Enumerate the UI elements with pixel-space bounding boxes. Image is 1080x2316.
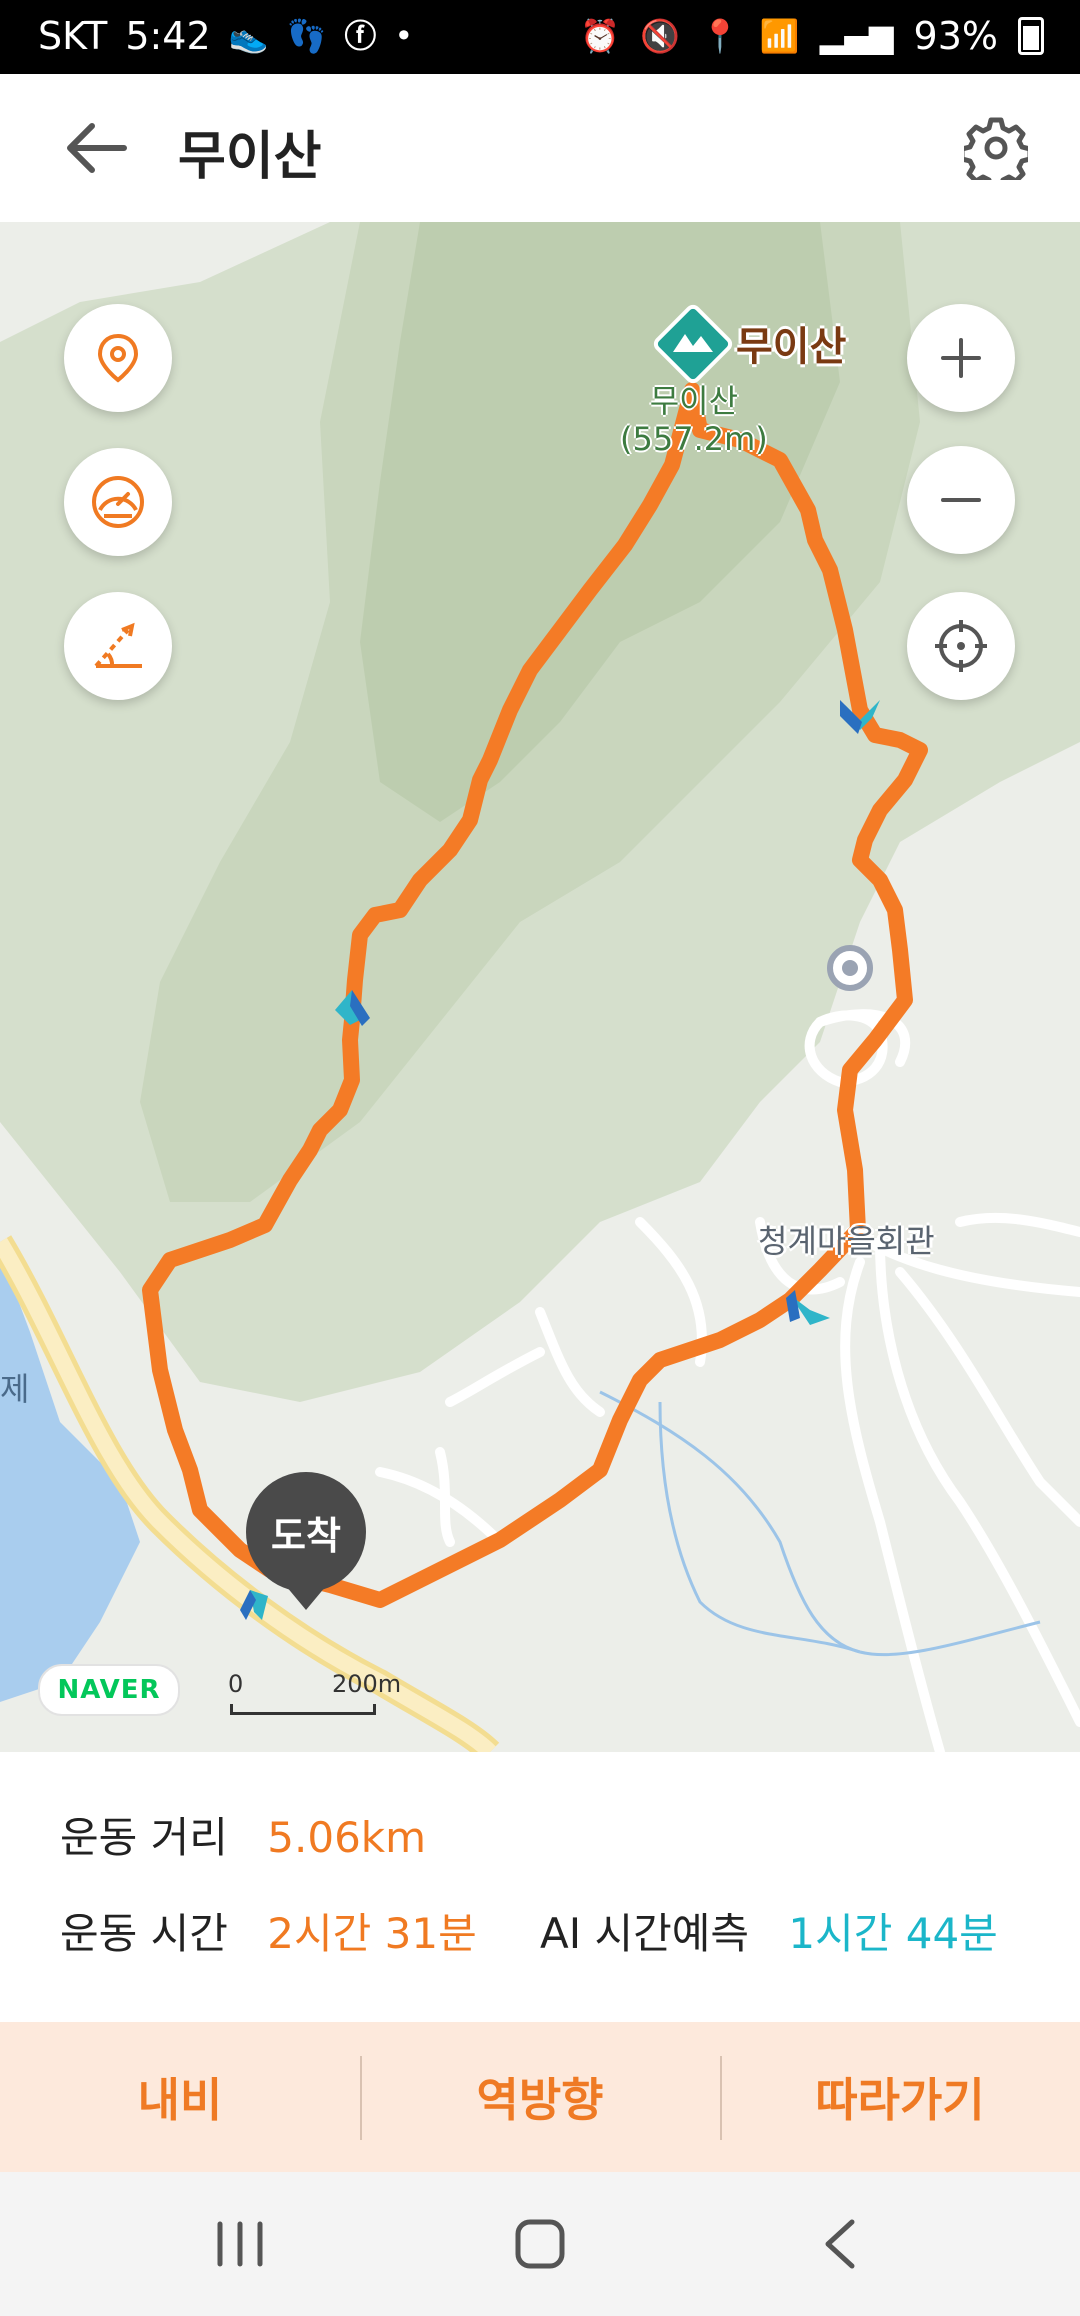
speed-button[interactable] bbox=[64, 448, 172, 556]
gear-icon[interactable] bbox=[959, 116, 1033, 191]
time-row: 운동 시간 2시간 31분 bbox=[60, 1900, 477, 1961]
alarm-icon: ⏰ bbox=[580, 17, 621, 55]
zoom-out-icon bbox=[941, 498, 981, 502]
map-edge-label: 제 bbox=[0, 1370, 30, 1408]
app-bar: 무이산 bbox=[0, 74, 1080, 222]
shoe-icon: 👟 bbox=[228, 17, 269, 55]
slope-icon bbox=[94, 622, 142, 668]
slope-button[interactable] bbox=[64, 592, 172, 700]
arrival-marker-tail bbox=[276, 1574, 336, 1610]
zoom-out-button[interactable] bbox=[907, 446, 1015, 554]
distance-value: 5.06km bbox=[267, 1813, 427, 1862]
zoom-in-icon bbox=[941, 338, 981, 378]
dot-icon: • bbox=[394, 17, 414, 55]
battery-percent: 93% bbox=[913, 14, 998, 58]
reverse-direction-button[interactable]: 역방향 bbox=[360, 2022, 720, 2172]
location-pin-icon bbox=[97, 333, 139, 383]
time-value: 2시간 31분 bbox=[267, 1909, 477, 1958]
battery-icon bbox=[1018, 17, 1044, 55]
follow-route-button[interactable]: 따라가기 bbox=[720, 2022, 1080, 2172]
map-base bbox=[0, 222, 1080, 1752]
home-icon[interactable] bbox=[500, 2212, 580, 2276]
facebook-icon: ⓕ bbox=[344, 17, 377, 55]
peak-name-sub: 무이산 bbox=[649, 382, 739, 420]
crosshair-icon bbox=[935, 620, 987, 672]
location-pin-button[interactable] bbox=[64, 304, 172, 412]
my-location-button[interactable] bbox=[907, 592, 1015, 700]
system-nav-bar bbox=[0, 2172, 1080, 2316]
back-arrow-icon[interactable] bbox=[62, 118, 132, 178]
carrier-label: SKT bbox=[38, 14, 108, 58]
recent-apps-icon[interactable] bbox=[200, 2212, 280, 2276]
distance-row: 운동 거리 5.06km bbox=[60, 1804, 426, 1865]
scale-distance: 200m bbox=[332, 1670, 402, 1698]
navi-button[interactable]: 내비 bbox=[0, 2022, 360, 2172]
status-bar: SKT 5:42 👟 👣 ⓕ • ⏰ 🔇 📍 📶 ▂▄▆ 93% bbox=[0, 0, 1080, 74]
ai-estimate-label: AI 시간예측 bbox=[540, 1909, 750, 1958]
ai-estimate-row: AI 시간예측 1시간 44분 bbox=[540, 1900, 998, 1961]
location-icon: 📍 bbox=[700, 17, 740, 55]
back-icon[interactable] bbox=[800, 2212, 880, 2276]
peak-elevation: (557.2m) bbox=[620, 420, 768, 458]
village-label[interactable]: 청계마을회관 bbox=[758, 1216, 935, 1262]
route-stats-panel: 운동 거리 5.06km 운동 시간 2시간 31분 AI 시간예측 1시간 4… bbox=[0, 1752, 1080, 2022]
distance-label: 운동 거리 bbox=[60, 1813, 228, 1862]
peak-elevation-label: 무이산 (557.2m) bbox=[620, 382, 768, 458]
footprints-icon: 👣 bbox=[286, 17, 327, 55]
divider bbox=[360, 2056, 362, 2140]
mute-icon: 🔇 bbox=[640, 17, 681, 55]
clock: 5:42 bbox=[125, 14, 211, 58]
divider bbox=[720, 2056, 722, 2140]
map-view[interactable]: 무이산 무이산 (557.2m) 청계마을회관 제 도착 NAVER 0 200… bbox=[0, 222, 1080, 1752]
speedometer-icon bbox=[92, 476, 144, 528]
time-label: 운동 시간 bbox=[60, 1909, 228, 1958]
signal-icon: ▂▄▆ bbox=[819, 17, 894, 55]
map-scale: 0 200m bbox=[228, 1670, 401, 1715]
naver-logo: NAVER bbox=[38, 1664, 180, 1716]
peak-name-label[interactable]: 무이산 bbox=[736, 314, 846, 372]
scale-zero: 0 bbox=[228, 1670, 244, 1698]
page-title: 무이산 bbox=[178, 127, 322, 187]
action-bar: 내비 역방향 따라가기 bbox=[0, 2022, 1080, 2172]
zoom-in-button[interactable] bbox=[907, 304, 1015, 412]
ai-estimate-value: 1시간 44분 bbox=[788, 1909, 998, 1958]
wifi-icon: 📶 bbox=[759, 17, 800, 55]
scale-bar bbox=[230, 1704, 376, 1715]
